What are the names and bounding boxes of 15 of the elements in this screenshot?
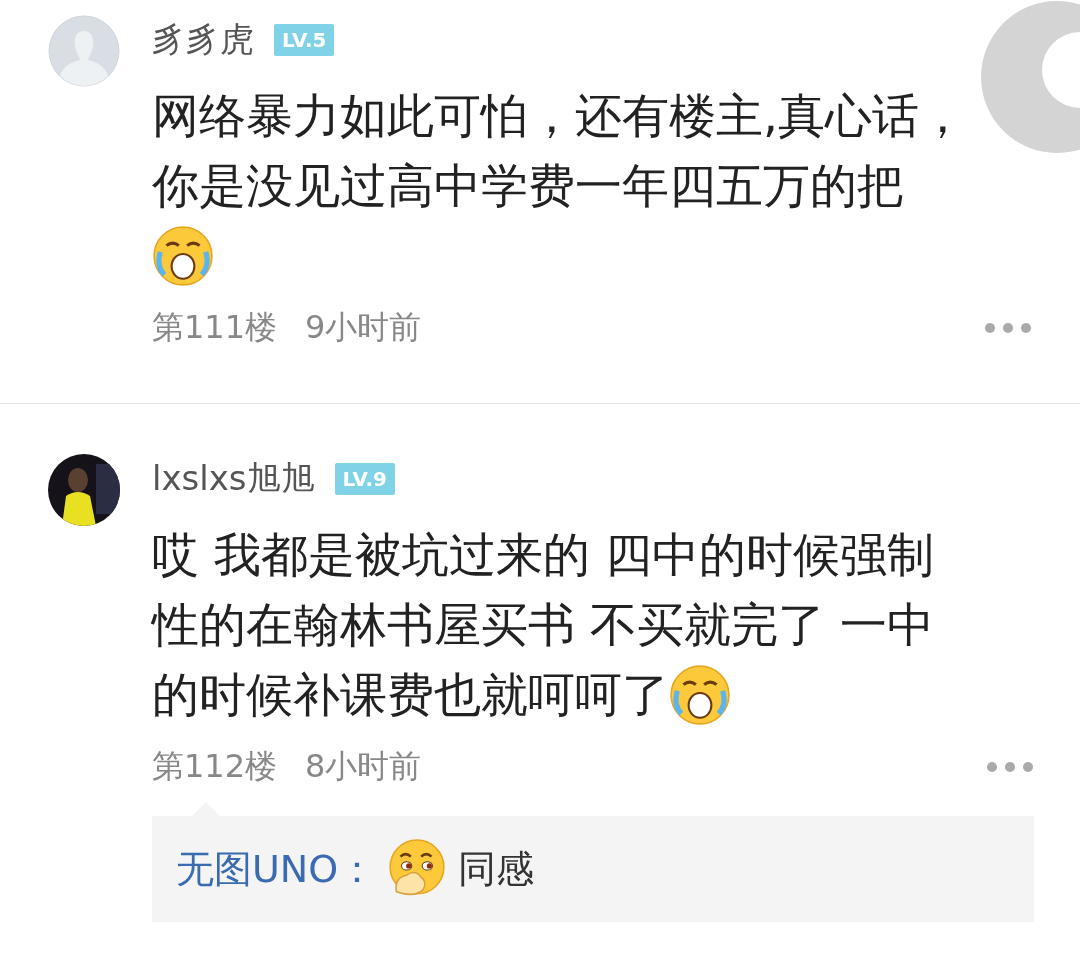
floor-number: 第111楼: [152, 307, 278, 348]
level-badge: LV.9: [334, 463, 395, 495]
reply-user-name[interactable]: 无图UNO：: [176, 843, 377, 895]
timestamp: 9小时前: [305, 307, 422, 348]
timestamp: 8小时前: [305, 746, 422, 787]
comment-text: 你是没见过高中学费一年四五万的把: [152, 157, 904, 215]
floor-number: 第112楼: [152, 746, 278, 787]
comment-text: 的时候补课费也就呵呵了: [152, 666, 669, 724]
level-badge: LV.5: [274, 24, 335, 56]
comment-text: 网络暴力如此可怕，还有楼主,真心话，: [152, 87, 966, 145]
reply-text: 同感: [458, 845, 535, 893]
user-name[interactable]: 豸豸虎: [152, 17, 254, 63]
comment-text: 性的在翰林书屋买书 不买就完了 一中: [152, 596, 934, 654]
comment-text: 哎 我都是被坑过来的 四中的时候强制: [152, 526, 934, 584]
user-name[interactable]: lxslxs旭旭: [152, 456, 315, 502]
